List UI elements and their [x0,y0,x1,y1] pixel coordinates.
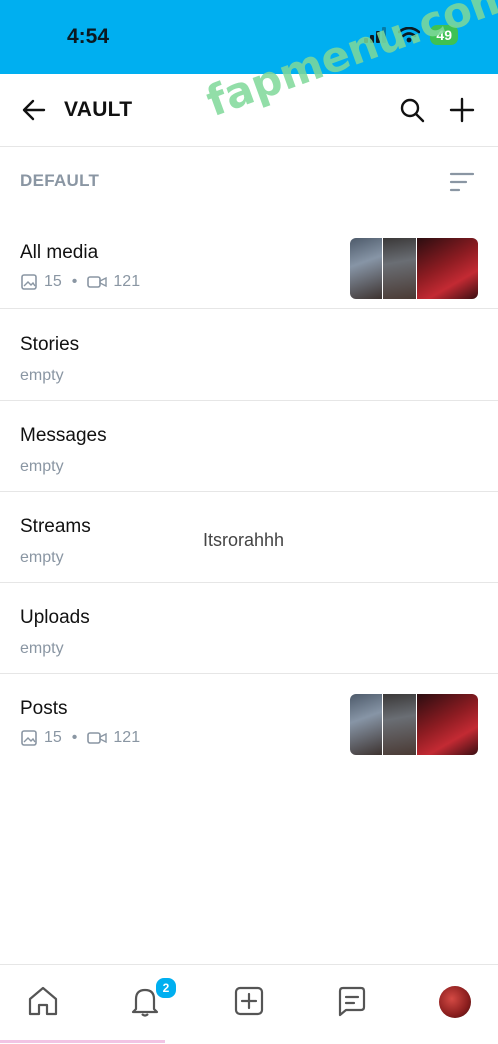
video-icon [87,276,108,288]
thumbnail [382,694,416,755]
plus-icon[interactable] [448,96,476,124]
page-title: VAULT [64,98,133,121]
photo-count: 15 [44,729,62,746]
thumbnail [350,694,383,755]
video-count: 121 [113,729,141,746]
thumbnail [350,238,383,299]
media-counts: 15 • 121 [20,273,140,291]
separator-dot: • [71,273,78,290]
section-label: DEFAULT [20,171,100,190]
list-title: Stories [20,334,80,355]
thumbnail [382,238,416,299]
photo-count: 15 [44,273,62,290]
list-subtitle: empty [20,458,64,475]
list-subtitle: empty [20,549,64,566]
list-item-messages[interactable]: Messages empty [0,400,498,492]
media-counts: 15 • 121 [20,729,140,747]
list-item-all-media[interactable]: All media 15 • 121 [0,217,498,309]
messages-icon[interactable] [334,983,370,1019]
list-title: All media [20,242,99,263]
overlay-caption: Itsrorahhh [203,530,285,550]
notification-badge: 2 [154,976,178,1000]
video-count: 121 [113,273,141,290]
bottom-tab-bar: 2 [0,964,498,1044]
photo-icon [21,274,37,290]
thumbnail [415,694,478,755]
list-title: Streams [20,516,91,537]
home-icon[interactable] [25,983,61,1019]
list-item-stories[interactable]: Stories empty [0,309,498,401]
back-arrow-icon[interactable] [20,96,48,124]
search-icon[interactable] [398,96,426,124]
list-title: Messages [20,425,107,446]
list-title: Uploads [20,607,90,628]
status-time: 4:54 [67,25,110,48]
list-subtitle: empty [20,367,64,384]
add-square-icon[interactable] [231,983,267,1019]
photo-icon [21,730,37,746]
separator-dot: • [71,729,78,746]
avatar[interactable] [439,986,471,1018]
media-thumbnails [350,694,478,755]
thumbnail [415,238,478,299]
sort-icon[interactable] [448,168,476,196]
media-thumbnails [350,238,478,299]
list-title: Posts [20,698,68,719]
list-item-posts[interactable]: Posts 15 • 121 [0,673,498,764]
list-item-uploads[interactable]: Uploads empty [0,582,498,674]
list-subtitle: empty [20,640,64,657]
video-icon [87,732,108,744]
